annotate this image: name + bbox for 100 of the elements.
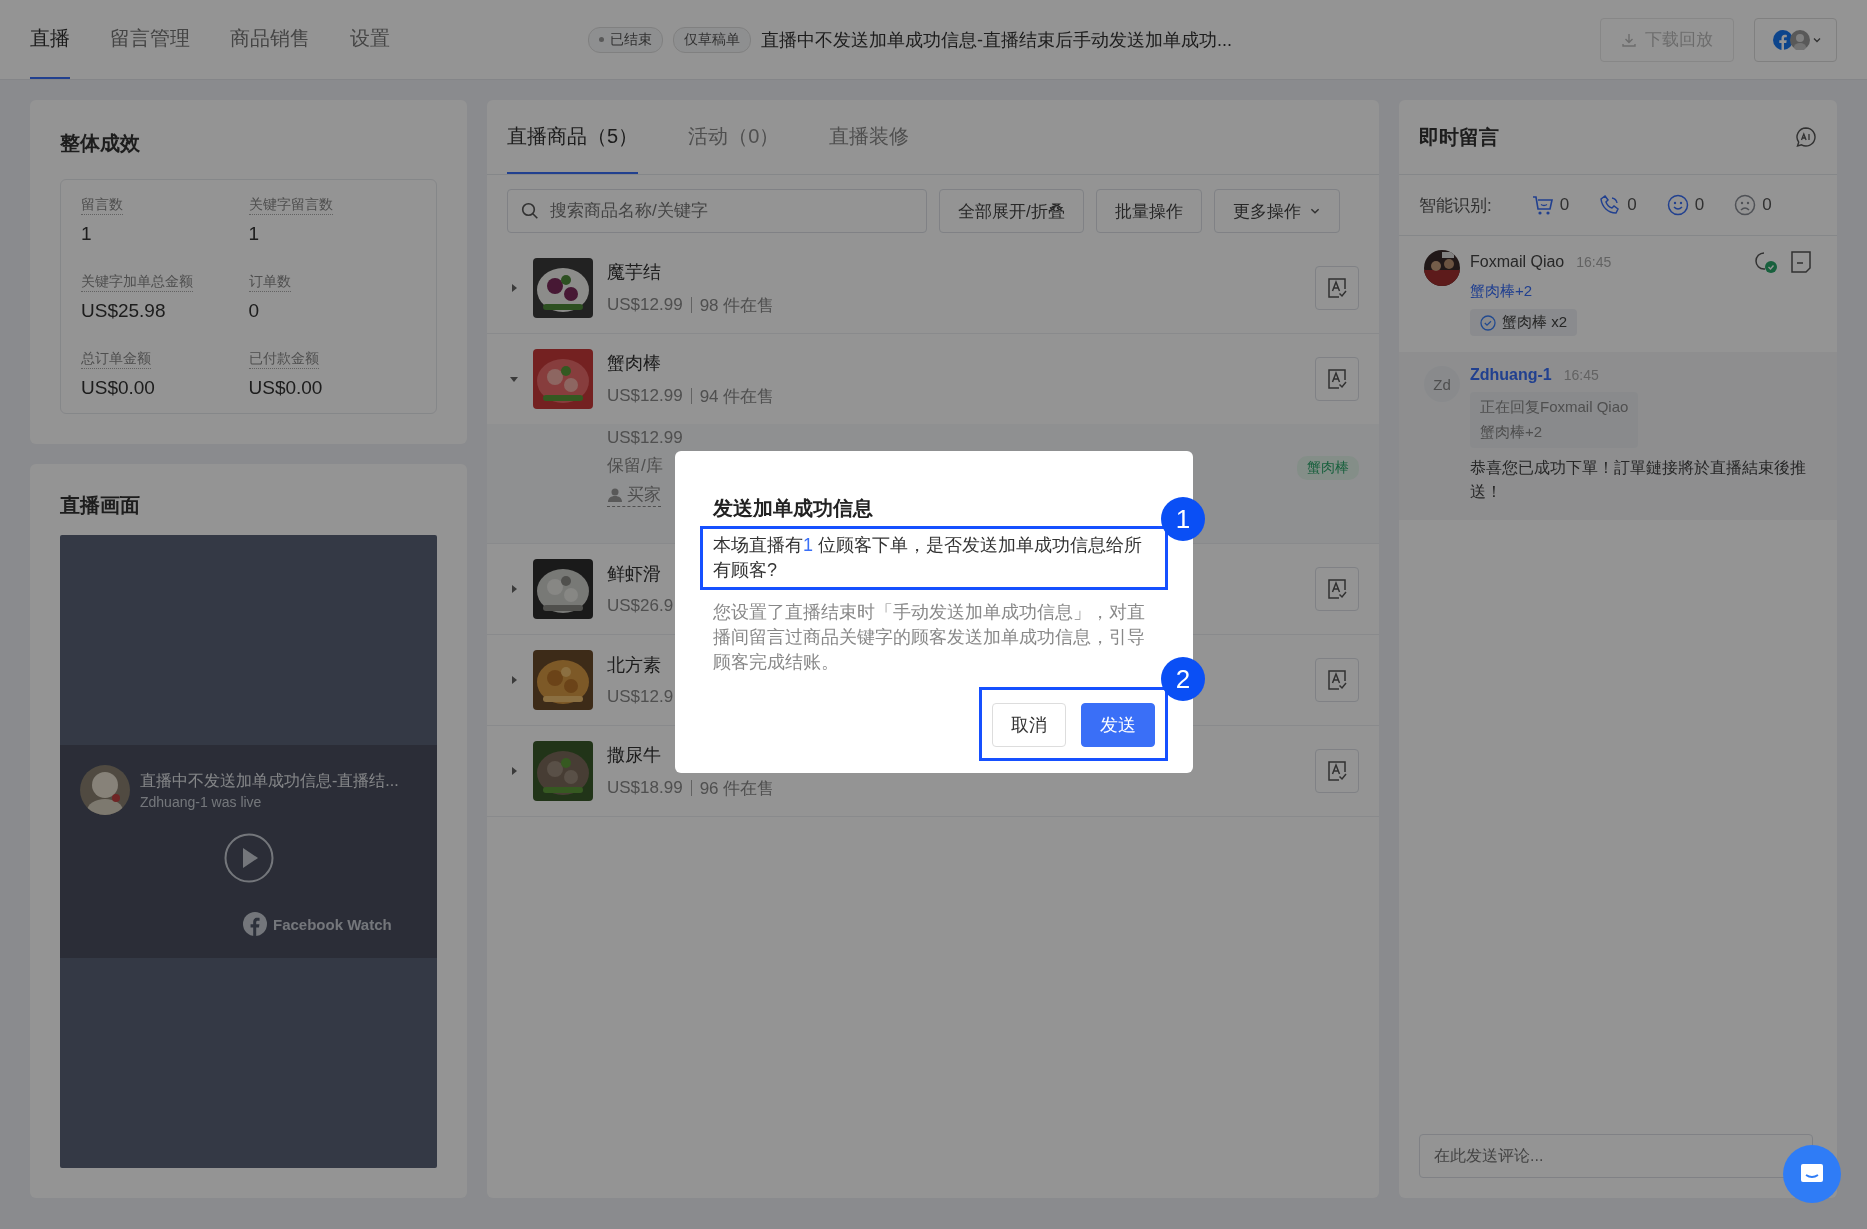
- toolbar-button[interactable]: 全部展开/折叠: [939, 189, 1084, 233]
- live-title: 直播中不发送加单成功信息-直播结束后手动发送加单成功...: [761, 28, 1232, 52]
- comment-text: 恭喜您已成功下單！訂單鏈接將於直播結束後推送！: [1470, 458, 1807, 502]
- check-circle-icon: [1480, 314, 1496, 331]
- video-subtitle: Zdhuang-1 was live: [140, 793, 263, 810]
- auto-reply-button[interactable]: [1315, 658, 1359, 702]
- stat-value: 1: [248, 223, 261, 245]
- status-tag: 仅草稿单: [673, 26, 751, 53]
- product-name: 魔芋结: [607, 260, 661, 284]
- product-name: 蟹肉棒: [607, 351, 661, 375]
- product-stock: 98 件在售: [699, 294, 775, 317]
- stat-value: 0: [248, 300, 261, 322]
- caret-icon[interactable]: [509, 766, 519, 776]
- product-tab[interactable]: 活动（0）: [688, 100, 780, 174]
- order-chip: 蟹肉棒 x2: [1470, 309, 1577, 336]
- callout-badge: 1: [1161, 497, 1205, 541]
- panel-title: 直播画面: [60, 493, 141, 518]
- stat-value: US$0.00: [248, 377, 324, 399]
- recognition-label: 智能识别:: [1419, 194, 1492, 217]
- brand-label: Facebook Watch: [273, 915, 392, 933]
- product-price: US$12.99: [607, 386, 683, 406]
- text-check-icon: [1326, 368, 1348, 390]
- comment-input[interactable]: 在此发送评论...: [1419, 1134, 1813, 1178]
- ai-chat-icon[interactable]: [1795, 126, 1817, 148]
- status-tag: 已结束: [588, 26, 663, 53]
- stat-label: 关键字留言数: [248, 196, 333, 215]
- nav-tab[interactable]: 直播: [30, 0, 70, 79]
- facebook-icon: [243, 912, 267, 936]
- counter-value: 0: [1559, 195, 1570, 215]
- dialog-question: 本场直播有1 位顾客下单，是否发送加单成功信息给所有顾客?: [713, 534, 1144, 582]
- stat-value: US$25.98: [81, 300, 167, 322]
- quote-line: 蟹肉棒+2: [1480, 423, 1544, 442]
- dialog-title: 发送加单成功信息: [713, 496, 874, 521]
- chat-check-icon[interactable]: [1754, 250, 1778, 274]
- caret-icon[interactable]: [509, 374, 519, 384]
- comment-author: Zdhuang-1: [1470, 366, 1552, 384]
- product-price: US$12.9: [607, 687, 674, 707]
- auto-reply-button[interactable]: [1315, 266, 1359, 310]
- toolbar-button[interactable]: 更多操作: [1213, 189, 1340, 233]
- nav-tab[interactable]: 商品销售: [230, 0, 310, 79]
- stock-label: 保留/库: [607, 455, 664, 477]
- counter-value: 0: [1762, 195, 1772, 215]
- text-check-icon: [1326, 578, 1348, 600]
- product-name: 撒尿牛: [607, 743, 661, 767]
- toolbar-button[interactable]: 批量操作: [1095, 189, 1202, 233]
- panel-title: 整体成效: [60, 131, 141, 156]
- stat-label: 总订单金额: [81, 350, 151, 369]
- note-icon[interactable]: [1790, 250, 1812, 274]
- product-price: US$26.9: [607, 596, 674, 616]
- variant-price: US$12.99: [607, 428, 684, 448]
- video-title: 直播中不发送加单成功信息-直播结...: [140, 770, 399, 791]
- product-stock: 96 件在售: [699, 777, 775, 800]
- send-button[interactable]: 发送: [1081, 703, 1155, 747]
- caret-icon[interactable]: [509, 675, 519, 685]
- product-name: 鲜虾滑: [607, 563, 661, 586]
- counter-value: 0: [1694, 195, 1705, 215]
- product-stock: 94 件在售: [699, 385, 775, 408]
- nav-tab[interactable]: 设置: [350, 0, 390, 79]
- dialog-description: 您设置了直播结束时「手动发送加单成功信息」，对直播间留言过商品关键字的顾客发送加单成功信息，引导顾客完成结账。: [713, 601, 1146, 674]
- nav-tab[interactable]: 留言管理: [110, 0, 190, 79]
- caret-icon[interactable]: [509, 283, 519, 293]
- product-price: US$18.99: [607, 778, 683, 798]
- caret-icon[interactable]: [509, 584, 519, 594]
- auto-reply-button[interactable]: [1315, 749, 1359, 793]
- quote-line: 正在回复Foxmail Qiao: [1480, 398, 1629, 417]
- stat-label: 订单数: [248, 273, 291, 292]
- product-name: 北方素: [607, 654, 661, 677]
- stat-label: 留言数: [81, 196, 123, 215]
- avatar: Zd: [1424, 366, 1460, 402]
- stat-value: 1: [81, 223, 93, 245]
- sad-icon[interactable]: [1734, 194, 1757, 216]
- stat-label: 关键字加单总金额: [81, 273, 193, 292]
- phone-icon[interactable]: [1599, 194, 1622, 216]
- keyword-tag: 蟹肉棒: [1297, 455, 1359, 480]
- counter-value: 0: [1627, 195, 1637, 215]
- comment-author: Foxmail Qiao: [1470, 253, 1565, 271]
- text-check-icon: [1326, 760, 1348, 782]
- product-tab[interactable]: 直播装修: [829, 100, 910, 174]
- callout-badge: 2: [1161, 657, 1205, 701]
- account-button[interactable]: [1754, 17, 1837, 62]
- buyer-link[interactable]: 买家: [607, 483, 661, 507]
- product-tab[interactable]: 直播商品（5）: [507, 100, 639, 174]
- cart-icon[interactable]: [1531, 194, 1554, 216]
- play-icon[interactable]: [223, 833, 274, 883]
- auto-reply-button[interactable]: [1315, 357, 1359, 401]
- search-icon: [521, 202, 539, 220]
- search-field[interactable]: 搜索商品名称/关键字: [507, 189, 927, 233]
- comment-keyword: 蟹肉棒+2: [1470, 282, 1533, 301]
- download-icon: [1621, 31, 1637, 48]
- auto-reply-button[interactable]: [1315, 567, 1359, 611]
- person-icon: [607, 486, 623, 503]
- text-check-icon: [1326, 669, 1348, 691]
- smile-icon[interactable]: [1666, 194, 1689, 216]
- product-price: US$12.99: [607, 295, 683, 315]
- panel-title: 即时留言: [1419, 124, 1499, 150]
- facebook-icon: [1773, 29, 1793, 50]
- cancel-button[interactable]: 取消: [992, 703, 1066, 747]
- stat-value: US$0.00: [81, 377, 156, 399]
- stat-label: 已付款金额: [248, 350, 319, 369]
- text-check-icon: [1326, 277, 1348, 299]
